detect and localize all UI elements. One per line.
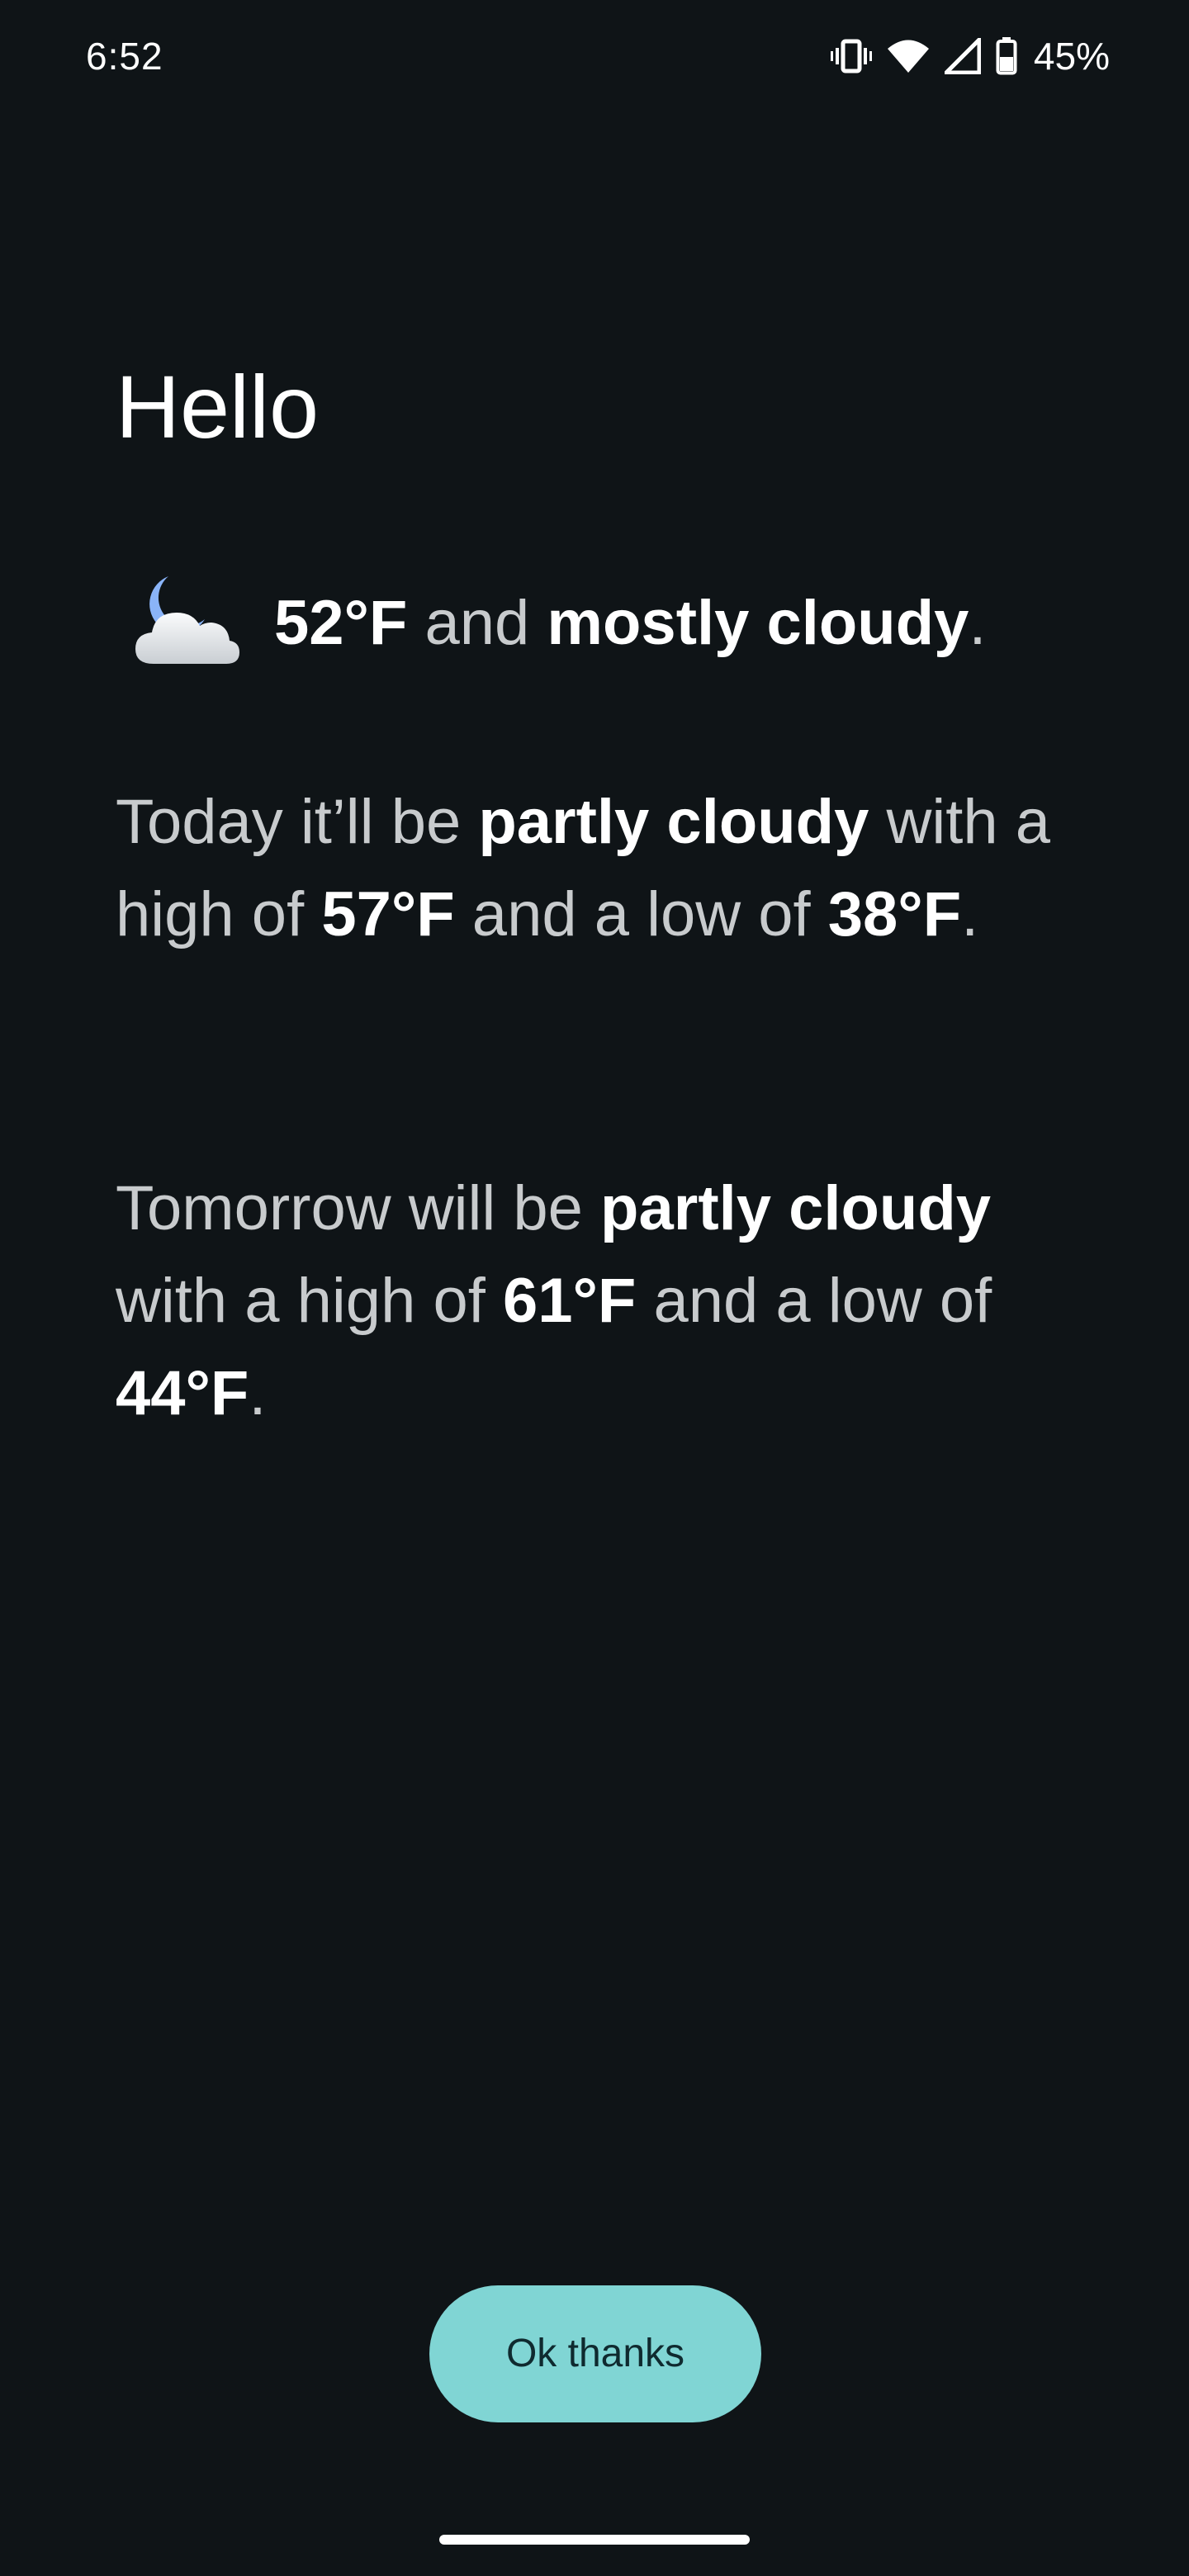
status-time: 6:52: [86, 35, 163, 78]
vibrate-icon: [830, 38, 872, 74]
today-high: 57°F: [321, 879, 455, 949]
today-forecast: Today it’ll be partly cloudy with a high…: [116, 776, 1090, 961]
cell-signal-icon: [944, 38, 981, 74]
today-condition: partly cloudy: [478, 787, 869, 857]
current-connector: and: [424, 588, 530, 658]
night-mostly-cloudy-icon: [126, 561, 249, 685]
ok-thanks-button[interactable]: Ok thanks: [429, 2285, 761, 2422]
today-period: .: [961, 879, 979, 949]
status-bar: 6:52 45%: [0, 0, 1189, 116]
today-low: 38°F: [827, 879, 962, 949]
tomorrow-low-label: and a low of: [653, 1266, 992, 1336]
current-conditions: 52°F and mostly cloudy.: [116, 553, 1106, 694]
battery-percent: 45%: [1033, 35, 1110, 78]
greeting-title: Hello: [116, 357, 320, 457]
tomorrow-high-label: with a high of: [116, 1266, 486, 1336]
current-summary: 52°F and mostly cloudy.: [274, 584, 987, 663]
tomorrow-forecast: Tomorrow will be partly cloudy with a hi…: [116, 1163, 1090, 1440]
tomorrow-high: 61°F: [502, 1266, 637, 1336]
tomorrow-period: .: [249, 1358, 267, 1428]
battery-icon: [996, 37, 1017, 75]
current-condition: mostly cloudy: [547, 588, 969, 658]
today-lead: Today it’ll be: [116, 787, 462, 857]
weather-summary-screen: 6:52 45% Hello 52°F and mostly cloudy. T…: [0, 0, 1189, 2576]
current-temp: 52°F: [274, 588, 408, 658]
wifi-icon: [887, 38, 930, 74]
today-low-label: and a low of: [471, 879, 811, 949]
gesture-nav-handle[interactable]: [439, 2535, 750, 2545]
current-period: .: [969, 588, 987, 658]
tomorrow-lead: Tomorrow will be: [116, 1173, 583, 1243]
status-icons: 45%: [830, 31, 1110, 81]
tomorrow-condition: partly cloudy: [600, 1173, 992, 1243]
tomorrow-low: 44°F: [116, 1358, 249, 1428]
